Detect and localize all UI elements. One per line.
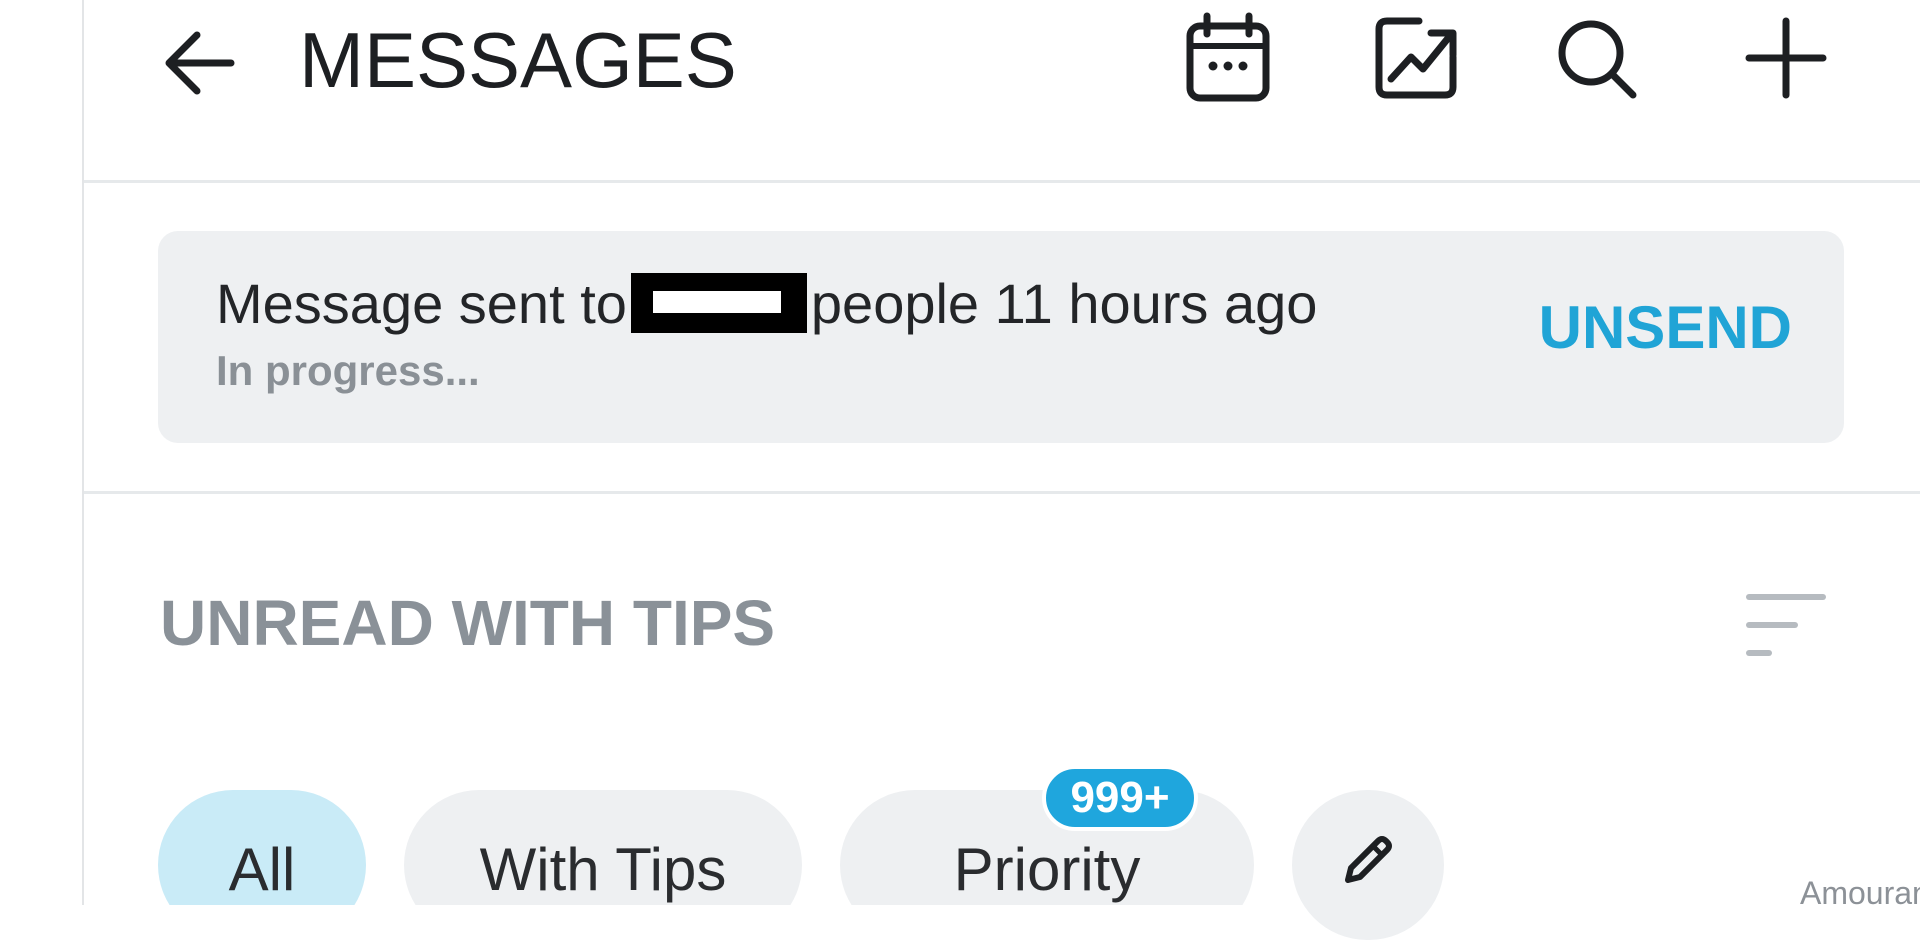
- back-button[interactable]: [154, 18, 244, 108]
- filter-chips: All With Tips Priority: [84, 790, 1920, 905]
- chip-with-tips[interactable]: With Tips: [404, 790, 802, 905]
- back-arrow-icon: [165, 31, 235, 95]
- plus-icon: [1745, 17, 1827, 99]
- sort-icon-line-1: [1746, 594, 1826, 600]
- notice-divider: [84, 491, 1920, 494]
- calendar-icon: [1186, 12, 1270, 102]
- header: MESSAGES: [84, 0, 1920, 183]
- page-title: MESSAGES: [299, 16, 737, 104]
- pencil-icon: [1345, 836, 1392, 883]
- chart-icon: [1375, 17, 1457, 99]
- mass-message-notice: Message sent to people 11 hours ago In pr…: [158, 231, 1844, 443]
- calendar-button[interactable]: [1178, 8, 1278, 108]
- notice-status: In progress...: [216, 347, 480, 394]
- messages-panel: MESSAGES Message sent to people 11 hours…: [82, 0, 1920, 940]
- chip-all[interactable]: All: [158, 790, 366, 905]
- notice-text-after: people 11 hours ago: [810, 272, 1318, 335]
- new-message-button[interactable]: [1736, 8, 1836, 108]
- watermark: Amouranth: [1800, 875, 1920, 911]
- sort-button[interactable]: [1734, 588, 1834, 668]
- redacted-count: [630, 273, 807, 333]
- chip-with-tips-label: With Tips: [479, 836, 727, 903]
- unsend-button[interactable]: UNSEND: [1539, 293, 1792, 362]
- priority-count-badge: 999+: [1042, 765, 1198, 831]
- sort-icon-line-2: [1746, 622, 1798, 628]
- search-button[interactable]: [1546, 8, 1646, 108]
- mass-message-notice-section: Message sent to people 11 hours ago In pr…: [84, 183, 1920, 495]
- notice-text-before: Message sent to: [216, 272, 627, 335]
- chip-all-label: All: [228, 836, 296, 903]
- notice-message: Message sent to people 11 hours ago: [216, 269, 1317, 339]
- sort-icon-line-3: [1746, 650, 1772, 656]
- search-icon: [1558, 20, 1637, 99]
- chip-priority-label: Priority: [953, 836, 1141, 903]
- edit-lists-button[interactable]: [1292, 790, 1444, 940]
- list-heading: UNREAD WITH TIPS: [160, 587, 776, 659]
- statistics-button[interactable]: [1366, 8, 1466, 108]
